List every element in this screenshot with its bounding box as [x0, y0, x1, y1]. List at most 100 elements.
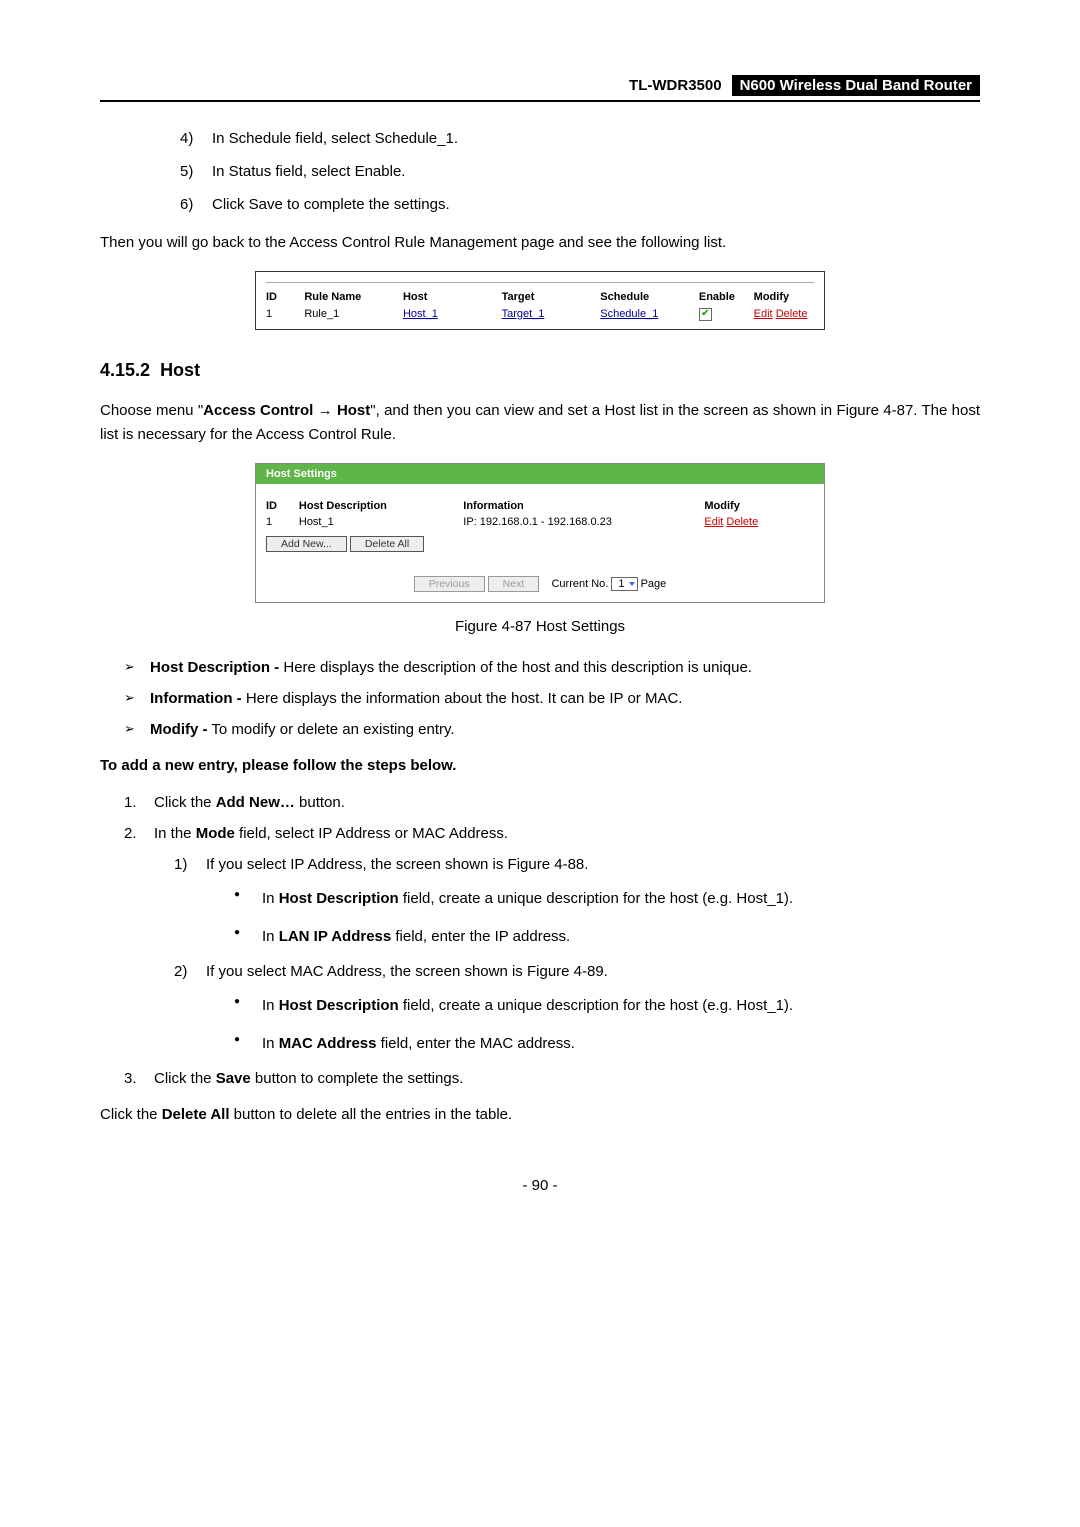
host-settings-screenshot: Host Settings ID Host Description Inform…	[255, 463, 825, 603]
text: If you select IP Address, the screen sho…	[206, 856, 588, 873]
text: button to delete all the entries in the …	[230, 1106, 513, 1123]
intro-steps: 4)In Schedule field, select Schedule_1. …	[100, 130, 980, 213]
delete-all-paragraph: Click the Delete All button to delete al…	[100, 1103, 980, 1127]
col-modify: Modify	[704, 498, 814, 514]
col-rule-name: Rule Name	[304, 289, 403, 305]
col-host: Host	[403, 289, 502, 305]
section-title: Host	[160, 360, 200, 380]
intro-step-5: 5)In Status field, select Enable.	[180, 163, 980, 180]
text: field, select IP Address or MAC Address.	[235, 825, 508, 842]
page-select[interactable]: 1	[611, 577, 637, 591]
bold-text: MAC Address	[279, 1035, 377, 1052]
step-number: 1)	[174, 856, 187, 873]
bold-text: Information -	[150, 690, 242, 707]
add-new-button[interactable]: Add New...	[266, 536, 347, 552]
text: Choose menu "	[100, 402, 203, 419]
cell-rule-name: Rule_1	[304, 305, 403, 323]
col-id: ID	[266, 289, 304, 305]
arrow-text: →	[313, 402, 337, 419]
text: Click the	[100, 1106, 162, 1123]
mac-bullets: In Host Description field, create a uniq…	[206, 994, 980, 1056]
text: In	[262, 890, 279, 907]
step-number: 3.	[124, 1070, 137, 1087]
model-label: TL-WDR3500	[629, 77, 722, 94]
bold-text: Save	[216, 1070, 251, 1087]
text: Click the	[154, 1070, 216, 1087]
step-2: 2. In the Mode field, select IP Address …	[124, 825, 980, 1056]
cell-id: 1	[266, 305, 304, 323]
col-info: Information	[463, 498, 704, 514]
cell-target-link[interactable]: Target_1	[502, 308, 545, 320]
col-enable: Enable	[699, 289, 754, 305]
step-1: 1. Click the Add New… button.	[124, 794, 980, 811]
rule-table-screenshot: ID Rule Name Host Target Schedule Enable…	[255, 271, 825, 330]
substep-1: 1) If you select IP Address, the screen …	[174, 856, 980, 949]
bold-text: Add New…	[216, 794, 295, 811]
bold-text: Host Description	[279, 997, 399, 1014]
bold-text: Host	[337, 402, 370, 419]
list-item: In MAC Address field, enter the MAC addr…	[234, 1032, 980, 1056]
bold-text: LAN IP Address	[279, 928, 392, 945]
col-modify: Modify	[754, 289, 814, 305]
edit-link[interactable]: Edit	[754, 308, 773, 320]
substep-2: 2) If you select MAC Address, the screen…	[174, 963, 980, 1056]
col-host-desc: Host Description	[299, 498, 463, 514]
bold-text: Host Description -	[150, 659, 279, 676]
table-row: 1 Host_1 IP: 192.168.0.1 - 192.168.0.23 …	[266, 514, 814, 530]
list-item: In Host Description field, create a uniq…	[234, 887, 980, 911]
step-number: 2.	[124, 825, 137, 842]
text: Here displays the information about the …	[242, 690, 683, 707]
step-text: In Status field, select Enable.	[212, 163, 405, 180]
step-3: 3. Click the Save button to complete the…	[124, 1070, 980, 1087]
cell-id: 1	[266, 514, 299, 530]
text: Click the	[154, 794, 216, 811]
table-row: 1 Rule_1 Host_1 Target_1 Schedule_1 ✔ Ed…	[266, 305, 814, 323]
add-entry-steps: 1. Click the Add New… button. 2. In the …	[100, 794, 980, 1087]
step-number: 4)	[180, 130, 212, 147]
intro-step-4: 4)In Schedule field, select Schedule_1.	[180, 130, 980, 147]
cell-schedule-link[interactable]: Schedule_1	[600, 308, 658, 320]
delete-link[interactable]: Delete	[776, 308, 808, 320]
text: In	[262, 1035, 279, 1052]
step-2-sub: 1) If you select IP Address, the screen …	[154, 856, 980, 1056]
text: To modify or delete an existing entry.	[208, 721, 455, 738]
text: In	[262, 928, 279, 945]
text: button.	[295, 794, 345, 811]
next-button[interactable]: Next	[488, 576, 540, 592]
list-item: Host Description - Here displays the des…	[124, 659, 980, 676]
page-header: TL-WDR3500 N600 Wireless Dual Band Route…	[100, 75, 980, 102]
ip-bullets: In Host Description field, create a uniq…	[206, 887, 980, 949]
list-item: Modify - To modify or delete an existing…	[124, 721, 980, 738]
text: In the	[154, 825, 196, 842]
section-paragraph: Choose menu "Access Control → Host", and…	[100, 399, 980, 447]
product-label: N600 Wireless Dual Band Router	[732, 75, 980, 96]
page-number: - 90 -	[100, 1177, 980, 1194]
add-entry-intro: To add a new entry, please follow the st…	[100, 754, 980, 778]
text: field, create a unique description for t…	[399, 890, 793, 907]
text: If you select MAC Address, the screen sh…	[206, 963, 608, 980]
step-number: 5)	[180, 163, 212, 180]
bold-text: Host Description	[279, 890, 399, 907]
text: Here displays the description of the hos…	[279, 659, 752, 676]
cell-desc: Host_1	[299, 514, 463, 530]
bold-text: To add a new entry, please follow the st…	[100, 757, 456, 774]
intro-paragraph: Then you will go back to the Access Cont…	[100, 231, 980, 255]
text: button to complete the settings.	[251, 1070, 464, 1087]
enable-checkbox[interactable]: ✔	[699, 308, 712, 321]
col-id: ID	[266, 498, 299, 514]
step-number: 1.	[124, 794, 137, 811]
previous-button[interactable]: Previous	[414, 576, 485, 592]
delete-link[interactable]: Delete	[726, 516, 758, 528]
list-item: In Host Description field, create a uniq…	[234, 994, 980, 1018]
cell-info: IP: 192.168.0.1 - 192.168.0.23	[463, 514, 704, 530]
cell-host-link[interactable]: Host_1	[403, 308, 438, 320]
section-heading: 4.15.2 Host	[100, 360, 980, 381]
delete-all-button[interactable]: Delete All	[350, 536, 424, 552]
list-item: In LAN IP Address field, enter the IP ad…	[234, 925, 980, 949]
list-item: Information - Here displays the informat…	[124, 690, 980, 707]
text: field, enter the MAC address.	[376, 1035, 574, 1052]
bold-text: Access Control	[203, 402, 313, 419]
edit-link[interactable]: Edit	[704, 516, 723, 528]
step-text: Click Save to complete the settings.	[212, 196, 450, 213]
step-number: 2)	[174, 963, 187, 980]
